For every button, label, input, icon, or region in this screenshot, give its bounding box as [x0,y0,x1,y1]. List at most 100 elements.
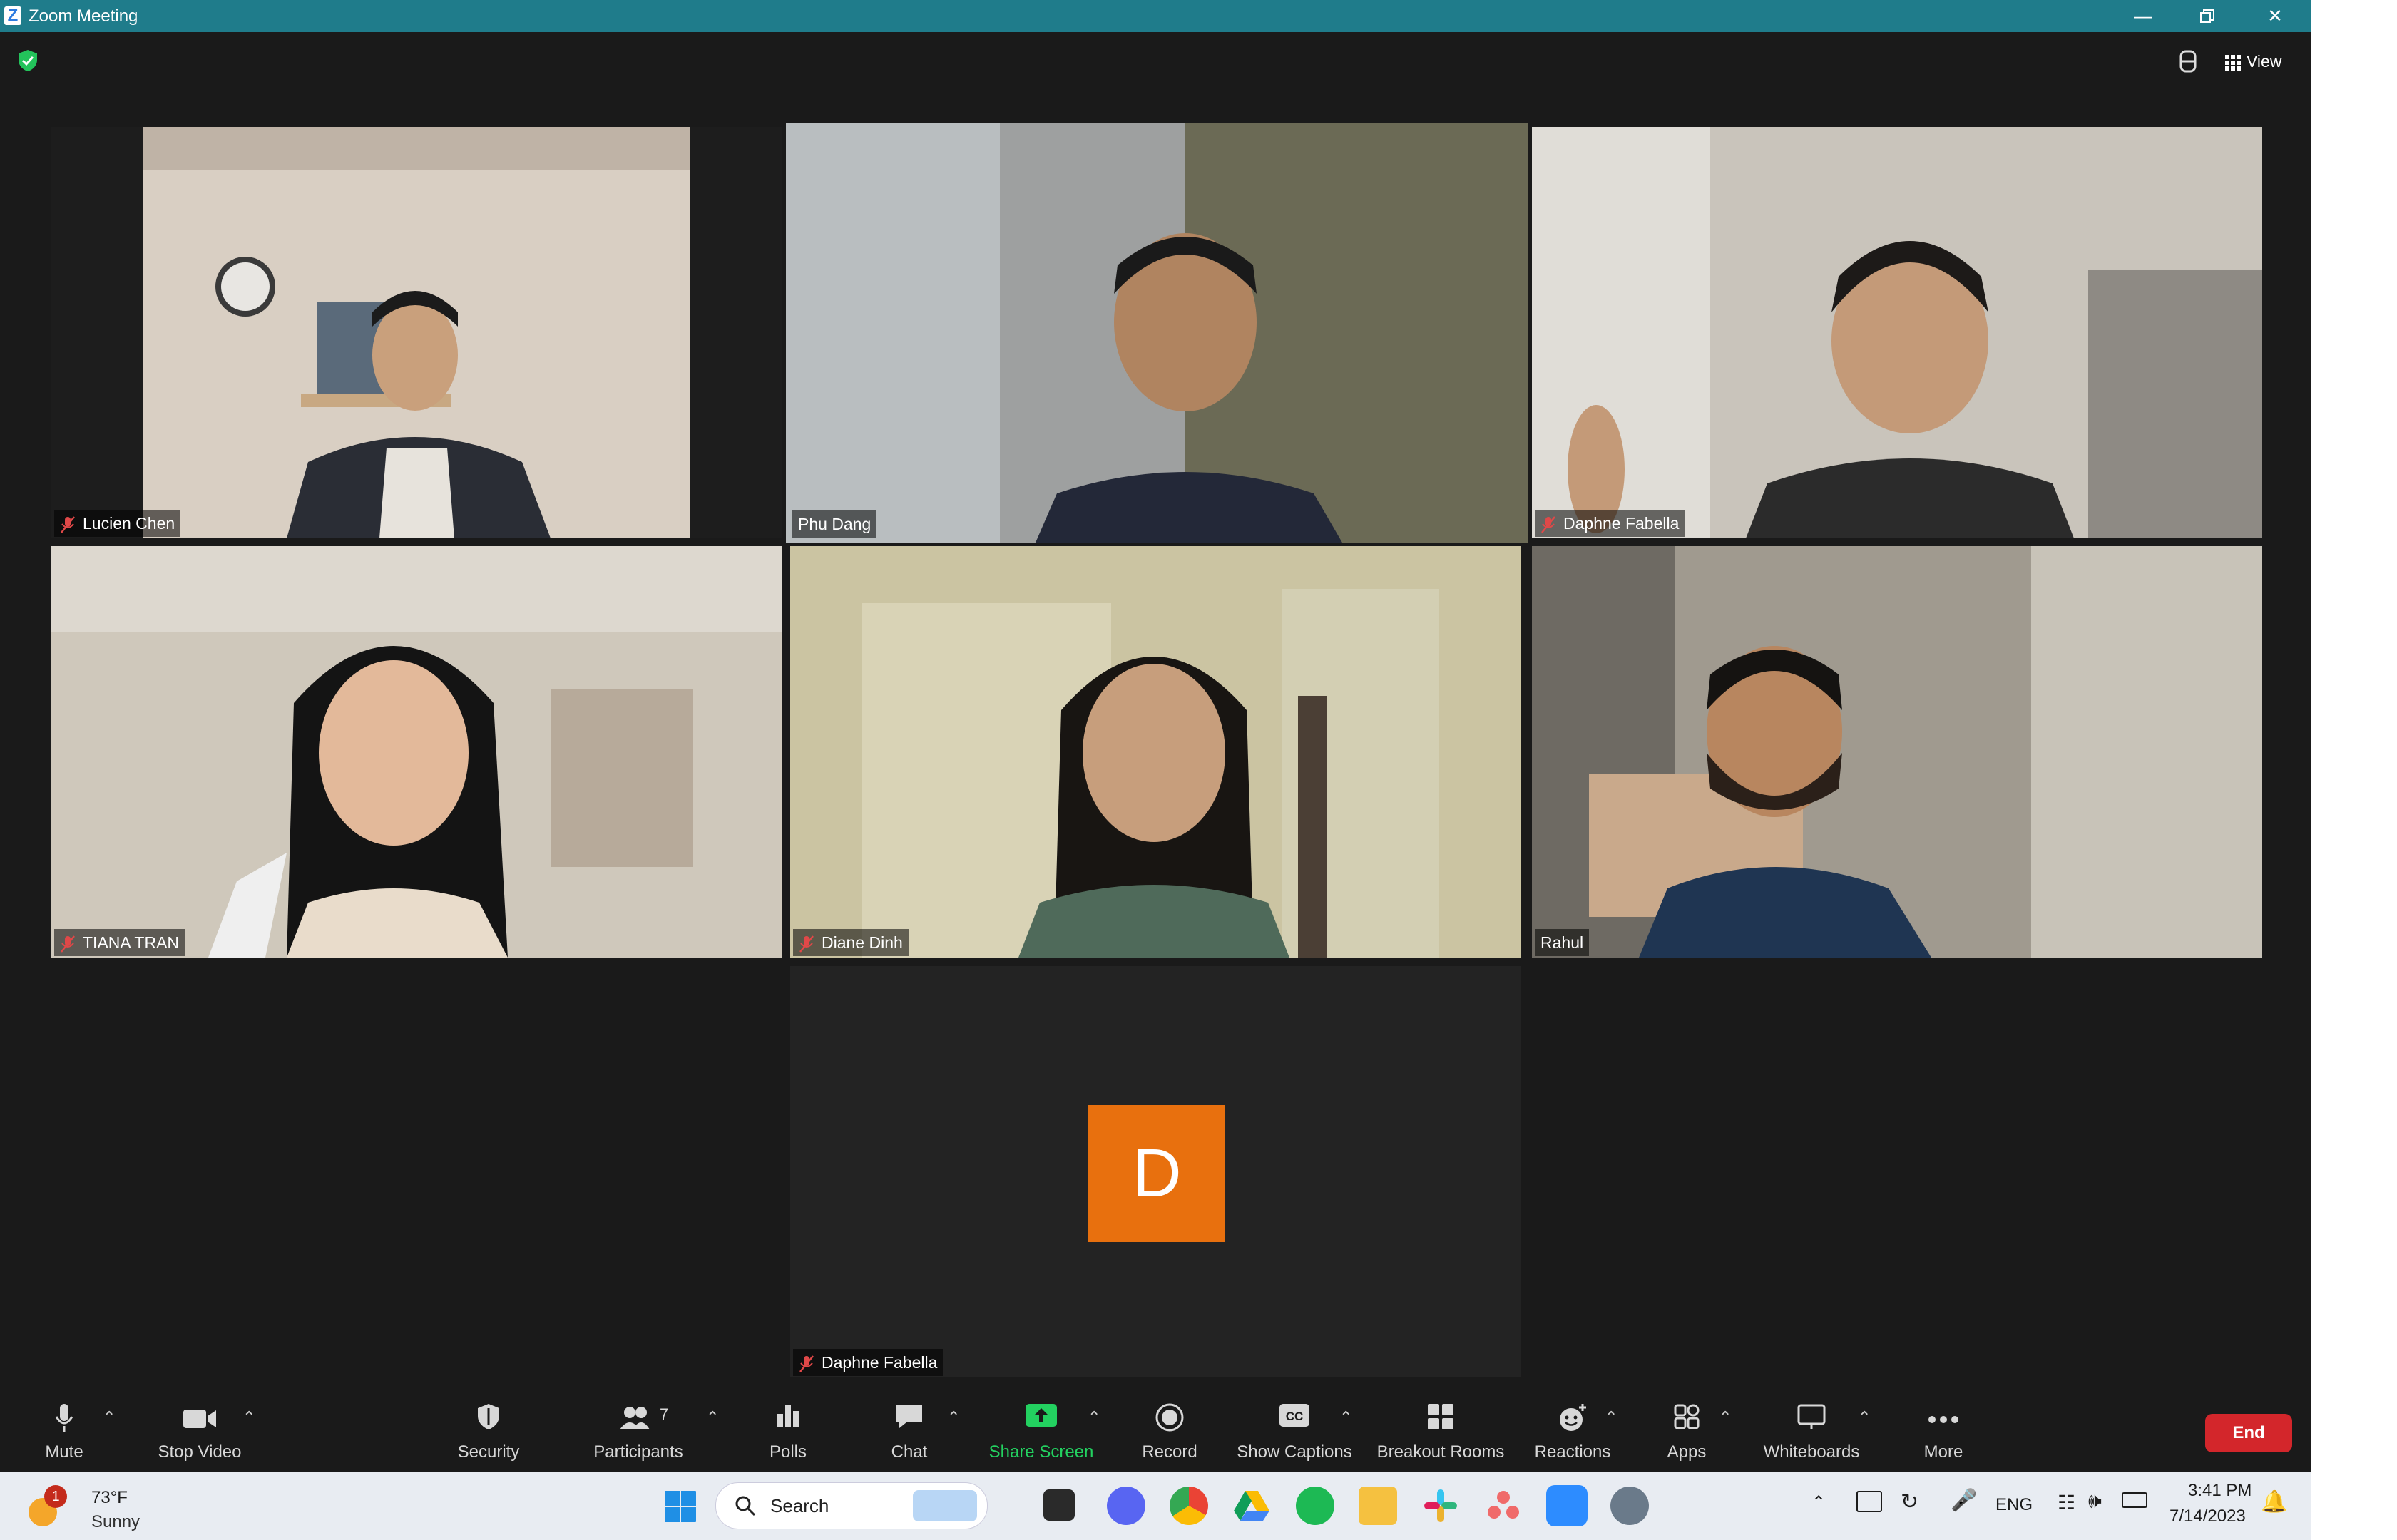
record-button[interactable]: Record [1134,1387,1205,1472]
windows-taskbar: 1 73°F Sunny Search ⌃ ↻ 🎤 ENG ☷ 🕪 3:41 P… [0,1472,2311,1540]
display-icon[interactable] [1856,1491,1882,1512]
participants-options-caret[interactable]: ⌃ [706,1408,719,1427]
camera-toggle-icon[interactable] [2177,48,2199,74]
battery-icon[interactable] [2122,1492,2147,1508]
windows-start-icon[interactable] [663,1489,697,1524]
participant-name-tag: Daphne Fabella [793,1349,944,1376]
weather-temperature: 73°F [91,1488,128,1507]
spotify-icon[interactable] [1296,1487,1334,1525]
video-tile[interactable]: TIANA TRAN [51,546,782,958]
mute-button[interactable]: Mute [14,1387,114,1472]
apps-button[interactable]: Apps [1655,1387,1719,1472]
apps-icon [1674,1404,1700,1429]
minimize-button[interactable]: — [2111,0,2175,32]
chat-button[interactable]: Chat [877,1387,941,1472]
asana-icon[interactable] [1484,1487,1523,1525]
share-screen-arrow-icon [1026,1404,1057,1427]
search-placeholder: Search [770,1495,829,1516]
stop-video-button[interactable]: Stop Video [143,1387,257,1472]
notifications-bell-icon[interactable]: 🔔 [2261,1489,2287,1514]
captions-options-caret[interactable]: ⌃ [1339,1408,1352,1427]
meeting-toolbar: Mute ⌃ Stop Video ⌃ Security 7 Participa… [0,1387,2311,1472]
slack-icon[interactable] [1421,1487,1460,1525]
video-tile[interactable]: Daphne Fabella [1532,127,2262,538]
polls-button[interactable]: Polls [756,1387,820,1472]
wifi-icon[interactable]: ☷ [2058,1491,2075,1514]
participant-name-tag: Rahul [1535,929,1590,956]
video-options-caret[interactable]: ⌃ [242,1408,255,1427]
language-indicator[interactable]: ENG [1995,1495,2033,1515]
reactions-smiley-icon [1560,1404,1586,1431]
settings-gear-icon[interactable] [1610,1487,1649,1525]
file-explorer-icon[interactable] [1359,1487,1397,1525]
participant-video [1532,127,2262,538]
participant-video [51,127,782,538]
participants-icon [620,1407,650,1429]
breakout-rooms-button[interactable]: Breakout Rooms [1369,1387,1512,1472]
search-highlight-icon [913,1490,977,1521]
grid-view-icon [2225,54,2241,71]
whiteboards-options-caret[interactable]: ⌃ [1858,1408,1871,1427]
video-tile[interactable]: Lucien Chen [51,127,782,538]
participant-name-tag: TIANA TRAN [54,929,185,956]
shield-icon [478,1404,499,1429]
participant-video [786,123,1528,543]
chat-bubble-icon [896,1405,922,1428]
volume-icon[interactable]: 🕪 [2088,1489,2102,1514]
share-screen-button[interactable]: Share Screen [984,1387,1098,1472]
weather-condition: Sunny [91,1512,140,1531]
more-button[interactable]: More [1911,1387,1976,1472]
view-button[interactable]: View [2225,46,2296,77]
chrome-icon[interactable] [1170,1487,1208,1525]
participant-video [1532,546,2262,958]
participant-avatar: D [1088,1105,1225,1242]
mic-muted-icon [61,935,75,953]
security-button[interactable]: Security [442,1387,535,1472]
closed-captions-icon: CC [1279,1404,1309,1427]
end-meeting-button[interactable]: End [2205,1414,2292,1452]
participant-video [51,546,782,958]
discord-icon[interactable] [1107,1487,1145,1525]
video-tile-camera-off[interactable]: D Daphne Fabella [790,966,1521,1377]
show-captions-button[interactable]: CC Show Captions [1234,1387,1355,1472]
taskbar-search-box[interactable]: Search [715,1482,988,1529]
clock-date[interactable]: 7/14/2023 [2169,1506,2246,1526]
clock-time[interactable]: 3:41 PM [2188,1481,2252,1501]
participant-name-tag: Phu Dang [792,510,877,538]
video-tile[interactable]: Diane Dinh [790,546,1521,958]
participants-button[interactable]: 7 Participants [585,1387,692,1472]
whiteboards-button[interactable]: Whiteboards [1754,1387,1869,1472]
mic-muted-icon [799,1355,814,1372]
chat-options-caret[interactable]: ⌃ [947,1408,960,1427]
mic-muted-icon [1541,516,1555,533]
reactions-options-caret[interactable]: ⌃ [1605,1408,1617,1427]
google-drive-icon[interactable] [1232,1487,1271,1525]
svg-text:CC: CC [1286,1410,1304,1423]
close-button[interactable]: ✕ [2243,0,2307,32]
record-icon [1155,1403,1184,1432]
window-title: Zoom Meeting [29,6,138,26]
audio-options-caret[interactable]: ⌃ [103,1408,116,1427]
share-options-caret[interactable]: ⌃ [1088,1408,1100,1427]
video-tile-active-speaker[interactable]: Phu Dang [786,123,1528,543]
reactions-button[interactable]: Reactions [1533,1387,1612,1472]
participants-count: 7 [660,1405,669,1423]
video-camera-icon [183,1410,216,1428]
zoom-taskbar-icon[interactable] [1546,1485,1588,1526]
mic-muted-icon [61,516,75,533]
microphone-tray-icon[interactable]: 🎤 [1951,1488,1977,1513]
encryption-shield-icon[interactable] [16,48,40,73]
participant-name-tag: Daphne Fabella [1535,510,1685,537]
restore-button[interactable] [2175,0,2239,32]
mic-muted-icon [799,935,814,953]
sync-icon[interactable]: ↻ [1901,1489,1918,1514]
show-hidden-icons-caret[interactable]: ⌃ [1811,1492,1826,1513]
video-tile[interactable]: Rahul [1532,546,2262,958]
apps-options-caret[interactable]: ⌃ [1719,1408,1732,1427]
title-bar: Z Zoom Meeting — ✕ [0,0,2311,32]
search-icon [735,1496,756,1516]
notification-badge: 1 [44,1485,67,1508]
participant-name-tag: Diane Dinh [793,929,909,956]
task-view-icon[interactable] [1043,1489,1075,1521]
whiteboard-icon [1797,1404,1826,1429]
